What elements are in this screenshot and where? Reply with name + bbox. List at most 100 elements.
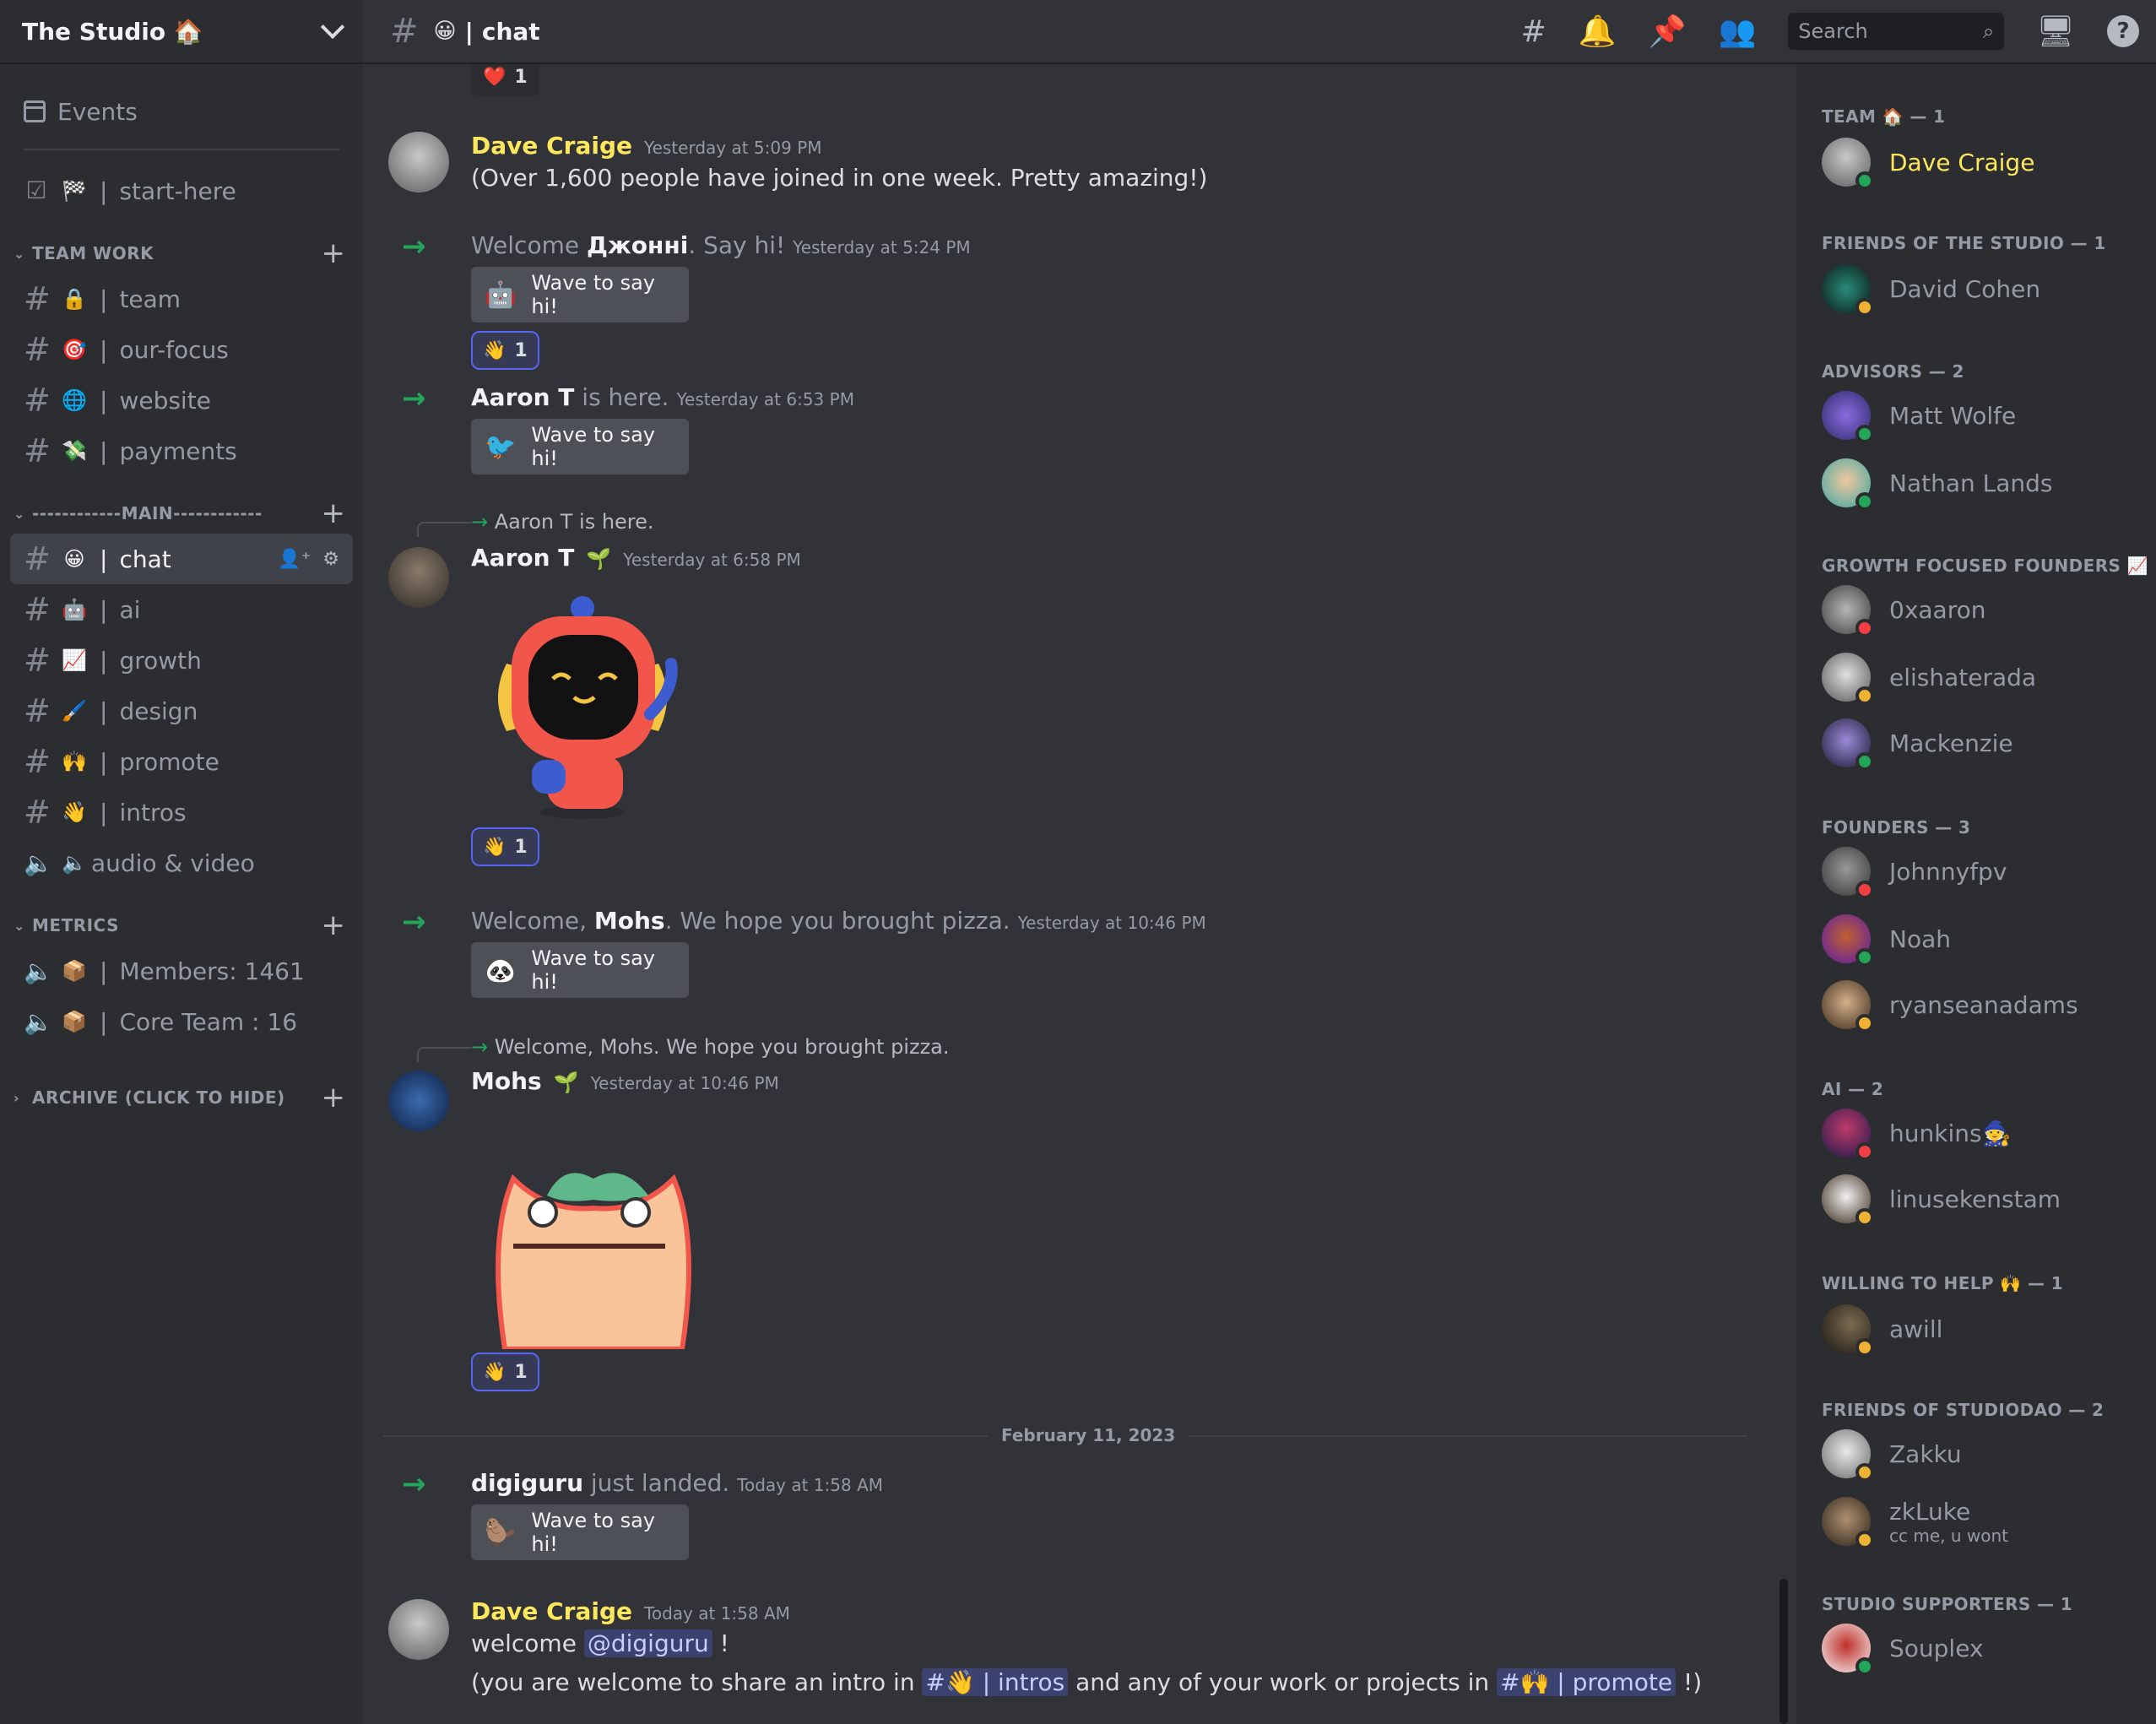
hash-icon: # [24,331,51,368]
avatar[interactable] [388,1071,449,1131]
member-item[interactable]: Souplex [1822,1621,2142,1676]
channel-intros[interactable]: # 👋 | intros [10,787,353,838]
message-author[interactable]: Dave Craige [471,132,632,160]
channel-team[interactable]: # 🔒 | team [10,274,353,324]
message-author[interactable]: Aaron T [471,544,574,572]
member-item[interactable]: zkLuke cc me, u wont [1822,1494,2142,1549]
system-prefix: Welcome [471,231,587,259]
channel-growth[interactable]: # 📈 | growth [10,635,353,686]
reaction-wave[interactable]: 👋 1 [471,331,539,370]
add-channel-icon[interactable]: + [321,1083,346,1112]
channel-label: website [119,386,211,415]
category-label: ------------MAIN------------ [32,503,263,523]
reaction-wave[interactable]: 👋 1 [471,1353,539,1391]
caret-right-icon: › [14,1089,20,1106]
joined-user[interactable]: Джонні [587,231,688,259]
member-item[interactable]: hunkins🧙 [1822,1106,2142,1161]
member-item[interactable]: Dave Craige [1822,135,2142,190]
joined-user[interactable]: Mohs [594,907,665,935]
search-input[interactable]: Search ⌕ [1788,13,2005,50]
avatar[interactable] [388,132,449,192]
member-section-title: WILLING TO HELP 🙌 — 1 [1822,1273,2064,1293]
avatar[interactable] [388,547,449,608]
channel-mention-intros[interactable]: #👋 | intros [922,1668,1069,1696]
scrollbar-track[interactable] [1780,64,1788,1724]
add-channel-icon[interactable]: + [321,911,346,940]
events-item[interactable]: Events [10,86,353,137]
channel-ai[interactable]: # 🤖 | ai [10,584,353,635]
channel-members-count[interactable]: 🔈 📦 | Members: 1461 [10,946,353,996]
wave-button[interactable]: 🐦 Wave to say hi! [471,419,689,474]
wave-button[interactable]: 🤖 Wave to say hi! [471,267,689,323]
wave-button[interactable]: 🦫 Wave to say hi! [471,1504,689,1560]
channel-audio-video[interactable]: 🔈 🔈 audio & video [10,838,353,888]
member-item[interactable]: ryanseanadams [1822,978,2142,1033]
message-text: welcome @digiguru ! [471,1629,729,1657]
threads-icon[interactable]: # [1521,14,1547,49]
channel-label: Core Team : 16 [119,1007,298,1036]
member-item[interactable]: Mackenzie [1822,716,2142,771]
message-header: Mohs 🌱 Yesterday at 10:46 PM [471,1067,779,1095]
reaction-wave[interactable]: 👋 1 [471,827,539,866]
channel-chat[interactable]: # 😀 | chat 👤⁺ ⚙ [10,534,353,584]
member-item[interactable]: David Cohen [1822,262,2142,317]
joined-user[interactable]: digiguru [471,1469,583,1497]
online-status-icon [1855,752,1874,771]
member-item[interactable]: Nathan Lands [1822,456,2142,511]
help-icon[interactable]: ? [2107,15,2139,47]
reaction-heart[interactable]: ❤️ 1 [471,64,539,96]
category-metrics[interactable]: ⌄ METRICS + [10,905,353,946]
member-custom-status: cc me, u wont [1889,1525,2008,1546]
channel-payments[interactable]: # 💸 | payments [10,426,353,476]
chevron-down-icon[interactable] [320,14,345,40]
bell-icon[interactable]: 🔔 [1579,14,1617,49]
channel-label: Members: 1461 [119,957,305,985]
invite-icon[interactable]: 👤⁺ [278,549,311,570]
member-name: Dave Craige [1889,148,2035,176]
channel-core-team-count[interactable]: 🔈 📦 | Core Team : 16 [10,996,353,1047]
user-mention[interactable]: @digiguru [583,1629,712,1657]
channel-promote[interactable]: # 🙌 | promote [10,736,353,787]
hash-icon: # [24,591,51,628]
member-item[interactable]: Zakku [1822,1427,2142,1482]
message-author[interactable]: Dave Craige [471,1597,632,1625]
channel-website[interactable]: # 🌐 | website [10,375,353,426]
online-status-icon [1855,492,1874,511]
message-author[interactable]: Mohs [471,1067,542,1095]
joined-user[interactable]: Aaron T [471,383,574,411]
separator: | [100,176,108,205]
pin-icon[interactable]: 📌 [1649,14,1687,49]
member-item[interactable]: Matt Wolfe [1822,388,2142,443]
member-item[interactable]: awill [1822,1302,2142,1357]
member-item[interactable]: linusekenstam [1822,1172,2142,1227]
inbox-icon[interactable]: 🖥 [2036,14,2075,49]
channel-emoji: 📈 [62,648,87,672]
wave-button[interactable]: 🐼 Wave to say hi! [471,942,689,998]
channel-mention-promote[interactable]: #🙌 | promote [1497,1668,1677,1696]
avatar[interactable] [388,1599,449,1660]
category-main[interactable]: ⌄ ------------MAIN------------ + [10,493,353,534]
channel-our-focus[interactable]: # 🎯 | our-focus [10,324,353,375]
reply-text: Welcome, Mohs. We hope you brought pizza… [494,1035,950,1059]
category-team-work[interactable]: ⌄ TEAM WORK + [10,233,353,274]
server-header[interactable]: The Studio 🏠 [0,0,363,64]
member-item[interactable]: 0xaaron [1822,583,2142,637]
channel-design[interactable]: # 🖌️ | design [10,686,353,736]
channel-title: chat [481,17,540,46]
gear-icon[interactable]: ⚙ [322,549,339,570]
add-channel-icon[interactable]: + [321,499,346,528]
reply-arrow-icon: → [471,1035,489,1059]
category-archive[interactable]: › ARCHIVE (CLICK TO HIDE) + [10,1077,353,1118]
member-name: hunkins🧙 [1889,1119,2012,1147]
reply-preview[interactable]: → Welcome, Mohs. We hope you brought piz… [471,1035,950,1059]
avatar [1822,585,1874,637]
member-item[interactable]: Johnnyfpv [1822,844,2142,899]
member-item[interactable]: elishaterada [1822,650,2142,705]
member-item[interactable]: Noah [1822,912,2142,967]
channel-start-here[interactable]: ☑ 🏁 | start-here [10,165,353,216]
members-icon[interactable]: 👥 [1718,14,1756,49]
reply-preview[interactable]: → Aaron T is here. [471,510,654,534]
add-channel-icon[interactable]: + [321,239,346,268]
system-suffix: is here. [574,383,669,411]
scrollbar-thumb[interactable] [1780,1579,1788,1724]
